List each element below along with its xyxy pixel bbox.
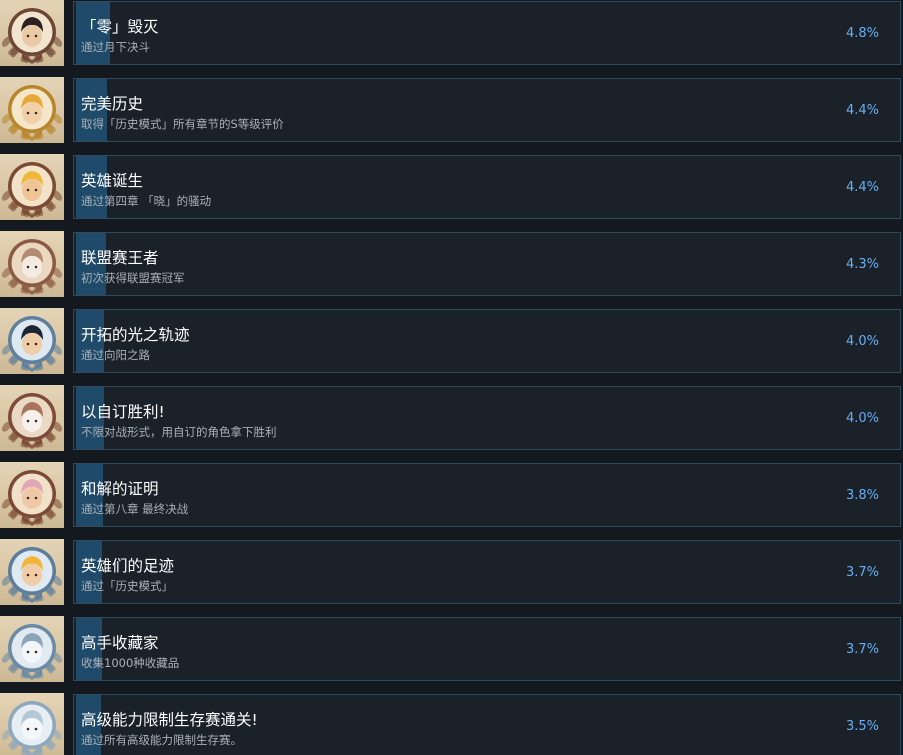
trophy-badge-icon: [1, 239, 63, 295]
achievement-row[interactable]: 完美历史取得「历史模式」所有章节的S等级评价 4.4%: [0, 77, 903, 143]
unlock-percentage: 3.7%: [845, 642, 879, 657]
achievement-title: 以自订胜利!: [81, 403, 165, 421]
achievement-description: 通过向阳之路: [81, 348, 150, 362]
achievement-row[interactable]: 联盟赛王者初次获得联盟赛冠军 4.3%: [0, 231, 903, 297]
achievement-row[interactable]: 和解的证明通过第八章 最终决战 3.8%: [0, 462, 903, 528]
achievement-title: 英雄们的足迹: [81, 557, 175, 575]
laurel-character-badge-icon: [1, 85, 63, 141]
achievement-row[interactable]: 英雄诞生通过第四章 「晓」的骚动 4.4%: [0, 154, 903, 220]
achievement-panel[interactable]: 开拓的光之轨迹通过向阳之路 4.0%: [73, 309, 901, 373]
achievement-icon-tile: [0, 693, 64, 755]
achievement-title: 开拓的光之轨迹: [81, 326, 190, 344]
unlock-percentage: 4.3%: [845, 257, 879, 272]
unlock-percentage: 3.7%: [845, 565, 879, 580]
achievement-panel[interactable]: 英雄诞生通过第四章 「晓」的骚动 4.4%: [73, 155, 901, 219]
achievement-title: 英雄诞生: [81, 172, 144, 190]
two-characters-badge-icon: [1, 8, 63, 64]
collector-badge-icon: [1, 624, 63, 680]
achievement-title: 高级能力限制生存赛通关!: [81, 711, 258, 729]
custom-wings-badge-icon: [1, 393, 63, 449]
achievement-description: 通过第八章 最终决战: [81, 502, 189, 516]
achievement-row[interactable]: 高手收藏家收集1000种收藏品 3.7%: [0, 616, 903, 682]
achievement-panel[interactable]: 英雄们的足迹通过「历史模式」 3.7%: [73, 540, 901, 604]
achievement-description: 不限对战形式，用自订的角色拿下胜利: [81, 425, 277, 439]
achievement-description: 通过第四章 「晓」的骚动: [81, 194, 212, 208]
achievement-row[interactable]: 开拓的光之轨迹通过向阳之路 4.0%: [0, 308, 903, 374]
achievement-row[interactable]: 以自订胜利! 不限对战形式，用自订的角色拿下胜利 4.0%: [0, 385, 903, 451]
unlock-percentage: 4.8%: [845, 26, 879, 41]
duo-character-silver-badge-icon: [1, 316, 63, 372]
achievement-description: 通过「历史模式」: [81, 579, 173, 593]
achievement-icon-tile: [0, 385, 64, 451]
unlock-percentage: 3.8%: [845, 488, 879, 503]
achievement-list: 「零」毁灭通过月下决斗 4.8% 完美历史取得「历史模式」所有章节的S等级评价 4.4…: [0, 0, 903, 755]
achievement-description: 通过所有高级能力限制生存赛。: [81, 733, 242, 747]
heroes-footprint-badge-icon: [1, 547, 63, 603]
achievement-icon-tile: [0, 616, 64, 682]
achievement-row[interactable]: 高级能力限制生存赛通关! 通过所有高级能力限制生存赛。 3.5%: [0, 693, 903, 755]
unlock-percentage: 4.0%: [845, 411, 879, 426]
achievement-title: 「零」毁灭: [81, 18, 159, 36]
reconciliation-badge-icon: [1, 470, 63, 526]
achievement-row[interactable]: 「零」毁灭通过月下决斗 4.8%: [0, 0, 903, 66]
achievement-title: 和解的证明: [81, 480, 159, 498]
achievement-row[interactable]: 英雄们的足迹通过「历史模式」 3.7%: [0, 539, 903, 605]
achievement-panel[interactable]: 「零」毁灭通过月下决斗 4.8%: [73, 1, 901, 65]
achievement-icon-tile: [0, 308, 64, 374]
achievement-icon-tile: [0, 77, 64, 143]
achievement-panel[interactable]: 完美历史取得「历史模式」所有章节的S等级评价 4.4%: [73, 78, 901, 142]
unlock-percentage: 4.0%: [845, 334, 879, 349]
unlock-percentage: 4.4%: [845, 103, 879, 118]
achievement-description: 通过月下决斗: [81, 40, 150, 54]
unlock-percentage: 4.4%: [845, 180, 879, 195]
achievement-description: 收集1000种收藏品: [81, 656, 180, 670]
achievement-title: 完美历史: [81, 95, 144, 113]
achievement-panel[interactable]: 联盟赛王者初次获得联盟赛冠军 4.3%: [73, 232, 901, 296]
achievement-description: 取得「历史模式」所有章节的S等级评价: [81, 117, 284, 131]
achievement-icon-tile: [0, 154, 64, 220]
achievement-panel[interactable]: 高级能力限制生存赛通关! 通过所有高级能力限制生存赛。 3.5%: [73, 694, 901, 755]
achievement-icon-tile: [0, 539, 64, 605]
unlock-percentage: 3.5%: [845, 719, 879, 734]
achievement-title: 高手收藏家: [81, 634, 159, 652]
survival-crest-badge-icon: [1, 701, 63, 755]
achievement-icon-tile: [0, 0, 64, 66]
achievement-panel[interactable]: 以自订胜利! 不限对战形式，用自订的角色拿下胜利 4.0%: [73, 386, 901, 450]
hero-character-badge-icon: [1, 162, 63, 218]
achievement-panel[interactable]: 和解的证明通过第八章 最终决战 3.8%: [73, 463, 901, 527]
achievement-icon-tile: [0, 462, 64, 528]
achievement-panel[interactable]: 高手收藏家收集1000种收藏品 3.7%: [73, 617, 901, 681]
achievement-title: 联盟赛王者: [81, 249, 159, 267]
achievement-icon-tile: [0, 231, 64, 297]
achievement-description: 初次获得联盟赛冠军: [81, 271, 185, 285]
